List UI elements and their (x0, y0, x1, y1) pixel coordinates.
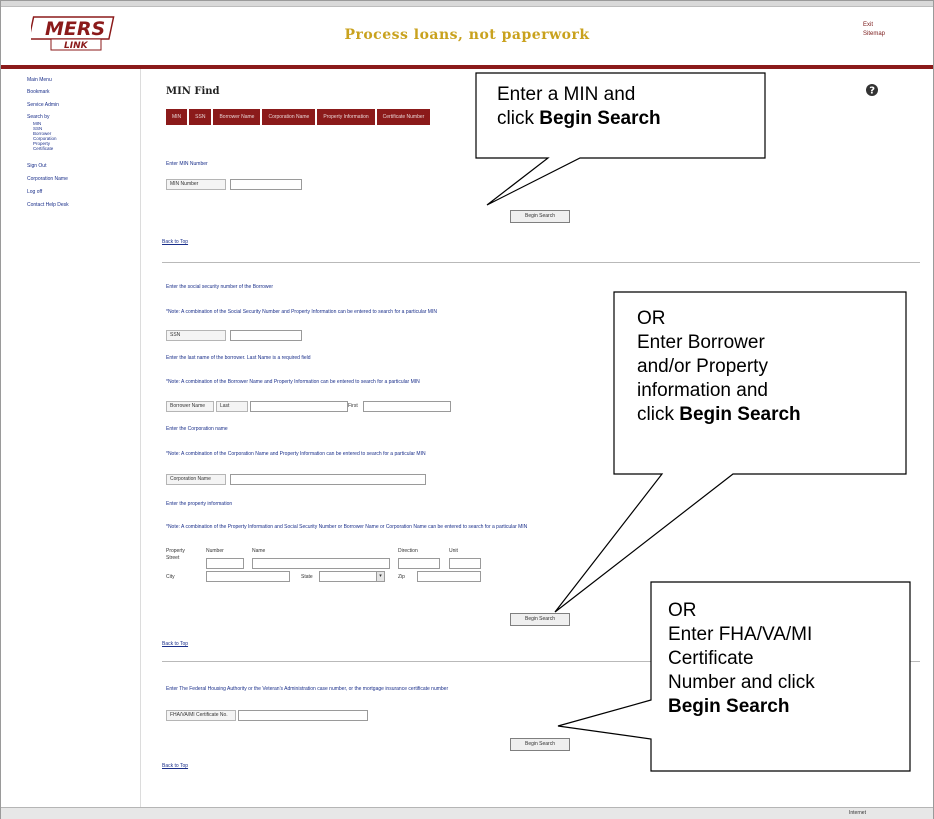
tab-min[interactable]: MIN (166, 109, 190, 125)
tab-corporation-name[interactable]: Corporation Name (262, 109, 318, 125)
borrower-last-input[interactable] (250, 401, 348, 412)
chevron-down-icon[interactable]: ▾ (376, 572, 384, 581)
callout-one-line2: click Begin Search (497, 108, 661, 129)
callout-three-line1: OR (668, 600, 697, 621)
help-icon[interactable]: ? (865, 83, 879, 97)
direction-label: Direction (398, 548, 418, 554)
sidebar-item-corporation-name[interactable]: Corporation Name (27, 176, 68, 182)
callout-two-line2: Enter Borrower (637, 332, 765, 353)
corp-input[interactable] (230, 474, 426, 485)
property-note: *Note: A combination of the Property Inf… (166, 524, 528, 530)
city-input[interactable] (206, 571, 290, 582)
min-begin-search-button[interactable]: Begin Search (510, 210, 570, 223)
tab-property-information[interactable]: Property Information (317, 109, 377, 125)
callout-one-line1: Enter a MIN and (497, 84, 636, 105)
corp-field-label: Corporation Name (166, 474, 226, 485)
sidebar-item-help-desk[interactable]: Contact Help Desk (27, 202, 69, 208)
callout-one-bold: Begin Search (539, 108, 661, 129)
property-back-to-top-link[interactable]: Back to Top (162, 641, 188, 647)
divider-1 (162, 262, 920, 263)
callout-two-line1: OR (637, 308, 666, 329)
callout-two-text: OR Enter Borrower and/or Property inform… (637, 307, 801, 427)
tab-borrower-name[interactable]: Borrower Name (213, 109, 263, 125)
unit-input[interactable] (449, 558, 481, 569)
tab-certificate-number[interactable]: Certificate Number (376, 109, 433, 125)
property-prompt: Enter the property information (166, 501, 233, 507)
header-links: Exit Sitemap (863, 21, 885, 39)
browser-statusbar: Internet (1, 807, 933, 819)
min-back-to-top-link[interactable]: Back to Top (162, 239, 188, 245)
ssn-note: *Note: A combination of the Social Secur… (166, 309, 437, 315)
cert-begin-search-button[interactable]: Begin Search (510, 738, 570, 751)
callout-three-line3: Certificate (668, 648, 754, 669)
cert-back-to-top-link[interactable]: Back to Top (162, 763, 188, 769)
name-label: Name (252, 548, 266, 554)
callout-three-text: OR Enter FHA/VA/MI Certificate Number an… (668, 599, 815, 719)
borrower-first-label: First (348, 403, 358, 409)
property-begin-search-button[interactable]: Begin Search (510, 613, 570, 626)
ssn-field-label: SSN (166, 330, 226, 341)
zip-label: Zip (398, 574, 405, 580)
property-label: Property (166, 548, 185, 554)
ssn-input[interactable] (230, 330, 302, 341)
sidebar-item-bookmark[interactable]: Bookmark (27, 89, 50, 95)
cert-prompt: Enter The Federal Housing Authority or t… (166, 686, 449, 692)
callout-two-line3: and/or Property (637, 356, 768, 377)
callout-two-line4: information and (637, 380, 768, 401)
sidebar-sub-certificate[interactable]: Certificate (33, 146, 53, 151)
min-field-label: MIN Number (166, 179, 226, 190)
zip-input[interactable] (417, 571, 481, 582)
sidebar-nav: Main Menu Bookmark Service Admin Search … (1, 69, 141, 807)
status-zone: Internet (849, 810, 866, 816)
number-label: Number (206, 548, 224, 554)
callout-three-line2: Enter FHA/VA/MI (668, 624, 813, 645)
search-tabs: MIN SSN Borrower Name Corporation Name P… (166, 109, 433, 125)
cert-field-label: FHA/VA/MI Certificate No. (166, 710, 236, 721)
page-title: MIN Find (166, 86, 220, 97)
tab-ssn[interactable]: SSN (189, 109, 214, 125)
callout-one-text: Enter a MIN and click Begin Search (497, 83, 661, 131)
unit-label: Unit (449, 548, 458, 554)
direction-input[interactable] (398, 558, 440, 569)
cert-input[interactable] (238, 710, 368, 721)
ssn-prompt: Enter the social security number of the … (166, 284, 273, 290)
borrower-last-label: Last (216, 401, 248, 412)
state-label: State (301, 574, 313, 580)
borrower-note: *Note: A combination of the Borrower Nam… (166, 379, 420, 385)
state-select[interactable]: ▾ (319, 571, 385, 582)
min-prompt: Enter MIN Number (166, 161, 208, 167)
tagline: Process loans, not paperwork (344, 27, 590, 43)
callout-two-bold: Begin Search (679, 404, 801, 425)
callout-three-line4: Number and click (668, 672, 815, 693)
exit-link[interactable]: Exit (863, 21, 885, 30)
corp-prompt: Enter the Corporation name (166, 426, 228, 432)
city-label: City (166, 574, 175, 580)
borrower-first-input[interactable] (363, 401, 451, 412)
min-input[interactable] (230, 179, 302, 190)
sidebar-item-main-menu[interactable]: Main Menu (27, 77, 52, 83)
callout-three-line5: Begin Search (668, 696, 790, 717)
borrower-prompt: Enter the last name of the borrower. Las… (166, 355, 311, 361)
corp-note: *Note: A combination of the Corporation … (166, 451, 426, 457)
street-label: Street (166, 555, 180, 561)
sidebar-item-sign-out[interactable]: Sign Out (27, 163, 46, 169)
sitemap-link[interactable]: Sitemap (863, 30, 885, 39)
sidebar-item-service-admin[interactable]: Service Admin (27, 102, 59, 108)
street-number-input[interactable] (206, 558, 244, 569)
site-header: MERS LINK Process loans, not paperwork E… (1, 7, 933, 65)
sidebar-item-log-off[interactable]: Log off (27, 189, 42, 195)
borrower-field-label: Borrower Name (166, 401, 214, 412)
svg-text:?: ? (869, 86, 875, 97)
sidebar-item-search-by: Search by (27, 114, 50, 120)
street-name-input[interactable] (252, 558, 390, 569)
callout-two-line5: click Begin Search (637, 404, 801, 425)
